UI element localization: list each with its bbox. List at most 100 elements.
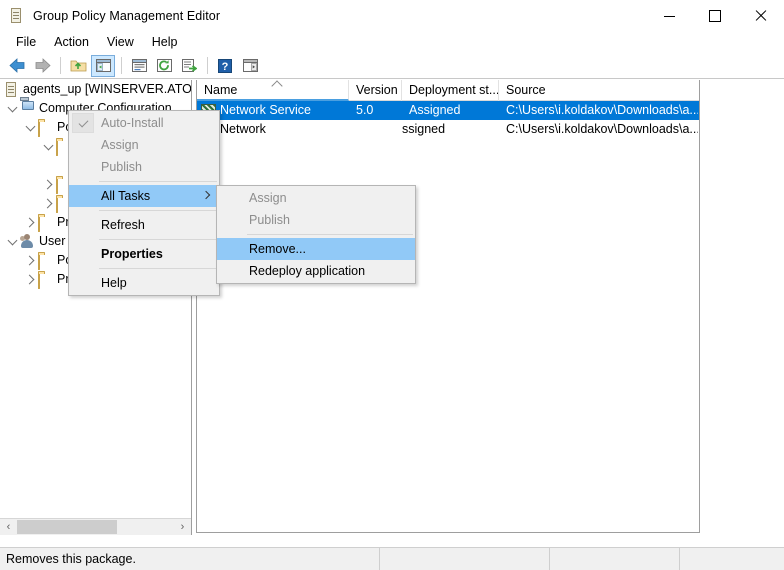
submenu-item-redeploy-application[interactable]: Redeploy application (217, 260, 415, 282)
column-header-name[interactable]: Name (197, 80, 349, 101)
up-one-level-icon (70, 58, 87, 73)
checkmark-gutter (217, 260, 245, 282)
computer-icon (20, 101, 36, 117)
forward-button[interactable] (30, 55, 54, 77)
cell-name-text: Network (216, 120, 266, 139)
expander-down-icon[interactable] (40, 137, 56, 156)
menu-bar: File Action View Help (0, 32, 784, 53)
menu-separator (99, 268, 217, 269)
main-content: agents_up [WINSERVER.ATOMS Computer Conf… (0, 80, 784, 535)
checkmark-gutter (217, 238, 245, 260)
folder-icon (38, 120, 54, 136)
export-list-button[interactable] (177, 55, 201, 77)
back-button[interactable] (5, 55, 29, 77)
context-menu-item-publish[interactable]: Publish (69, 156, 219, 178)
refresh-button[interactable] (152, 55, 176, 77)
close-icon (755, 10, 767, 22)
submenu-item-publish[interactable]: Publish (217, 209, 415, 231)
tree-item-label: agents_up [WINSERVER.ATOMS (20, 80, 191, 99)
column-header-deployment-state[interactable]: Deployment st... (402, 80, 499, 101)
expander-down-icon[interactable] (4, 232, 20, 251)
expander-right-icon[interactable] (22, 213, 38, 232)
menu-action[interactable]: Action (45, 33, 98, 52)
status-segment-4 (680, 548, 784, 570)
submenu-item-assign[interactable]: Assign (217, 187, 415, 209)
tree-horizontal-scrollbar[interactable]: ‹ › (0, 518, 191, 535)
context-menu-item-assign[interactable]: Assign (69, 134, 219, 156)
title-bar: Group Policy Management Editor (0, 0, 784, 32)
column-header-source[interactable]: Source (499, 80, 698, 101)
show-hide-action-pane-icon (243, 59, 258, 72)
submenu-item-label: Publish (245, 213, 290, 227)
context-menu-item-label: Help (97, 276, 127, 290)
svg-text:?: ? (222, 61, 229, 73)
cell-name-text: Network Service (216, 101, 311, 120)
show-hide-console-tree-button[interactable] (91, 55, 115, 77)
toolbar: ? (0, 53, 784, 79)
expander-right-icon[interactable] (40, 194, 56, 213)
menu-file[interactable]: File (7, 33, 45, 52)
table-row[interactable]: Network ssigned C:\Users\i.koldakov\Down… (197, 120, 699, 139)
minimize-icon (664, 16, 675, 17)
context-menu-item-auto-install[interactable]: Auto-Install (69, 112, 219, 134)
toolbar-separator (60, 57, 61, 74)
column-header-version[interactable]: Version (349, 80, 402, 101)
toolbar-separator (207, 57, 208, 74)
menu-separator (99, 181, 217, 182)
details-pane: Name Version Deployment st... Source Net… (194, 80, 784, 535)
status-bar: Removes this package. (0, 547, 784, 570)
menu-separator (99, 239, 217, 240)
maximize-button[interactable] (692, 0, 738, 32)
folder-icon (38, 215, 54, 231)
checkmark-gutter (69, 134, 97, 156)
user-icon (20, 234, 36, 250)
submenu-item-remove[interactable]: Remove... (217, 238, 415, 260)
checkmark-gutter (69, 214, 97, 236)
scroll-right-arrow-icon[interactable]: › (174, 519, 191, 535)
context-menu-item-properties[interactable]: Properties (69, 243, 219, 265)
context-menu-item-label: Refresh (97, 218, 145, 232)
expander-down-icon[interactable] (22, 118, 38, 137)
submenu-all-tasks: Assign Publish Remove... Redeploy applic… (216, 185, 416, 284)
cell-version (349, 120, 402, 139)
folder-icon (38, 272, 54, 288)
properties-button[interactable] (127, 55, 151, 77)
menu-view[interactable]: View (98, 33, 143, 52)
status-segment-3 (550, 548, 680, 570)
help-button[interactable]: ? (213, 55, 237, 77)
context-menu-item-help[interactable]: Help (69, 272, 219, 294)
context-menu-item-all-tasks[interactable]: All Tasks (69, 185, 219, 207)
checkmark-gutter (217, 209, 245, 231)
checked-icon (72, 113, 94, 133)
scroll-track[interactable] (17, 519, 174, 535)
context-menu-item-refresh[interactable]: Refresh (69, 214, 219, 236)
expander-right-icon[interactable] (22, 270, 38, 289)
show-hide-action-pane-button[interactable] (238, 55, 262, 77)
status-segment-2 (380, 548, 550, 570)
show-hide-console-tree-icon (96, 59, 111, 72)
menu-help[interactable]: Help (143, 33, 187, 52)
window-controls (646, 0, 784, 32)
help-icon: ? (218, 59, 232, 73)
scroll-thumb[interactable] (17, 520, 117, 534)
close-button[interactable] (738, 0, 784, 32)
expander-right-icon[interactable] (40, 175, 56, 194)
gpo-document-icon (4, 82, 20, 98)
forward-icon (34, 58, 51, 73)
gpo-document-icon (9, 8, 25, 24)
up-one-level-button[interactable] (66, 55, 90, 77)
table-row[interactable]: Network Service 5.0 Assigned C:\Users\i.… (197, 101, 699, 120)
menu-separator (99, 210, 217, 211)
expander-right-icon[interactable] (22, 251, 38, 270)
context-menu-item-label: Publish (97, 160, 142, 174)
context-menu-item-label: Properties (97, 247, 163, 261)
list-view: Name Version Deployment st... Source Net… (196, 80, 700, 533)
checkmark-gutter (69, 272, 97, 294)
expander-down-icon[interactable] (4, 99, 20, 118)
context-menu-item-label: Auto-Install (97, 116, 164, 130)
scroll-left-arrow-icon[interactable]: ‹ (0, 519, 17, 535)
export-list-icon (182, 59, 197, 72)
minimize-button[interactable] (646, 0, 692, 32)
window-title: Group Policy Management Editor (33, 9, 220, 23)
checkmark-gutter (69, 185, 97, 207)
